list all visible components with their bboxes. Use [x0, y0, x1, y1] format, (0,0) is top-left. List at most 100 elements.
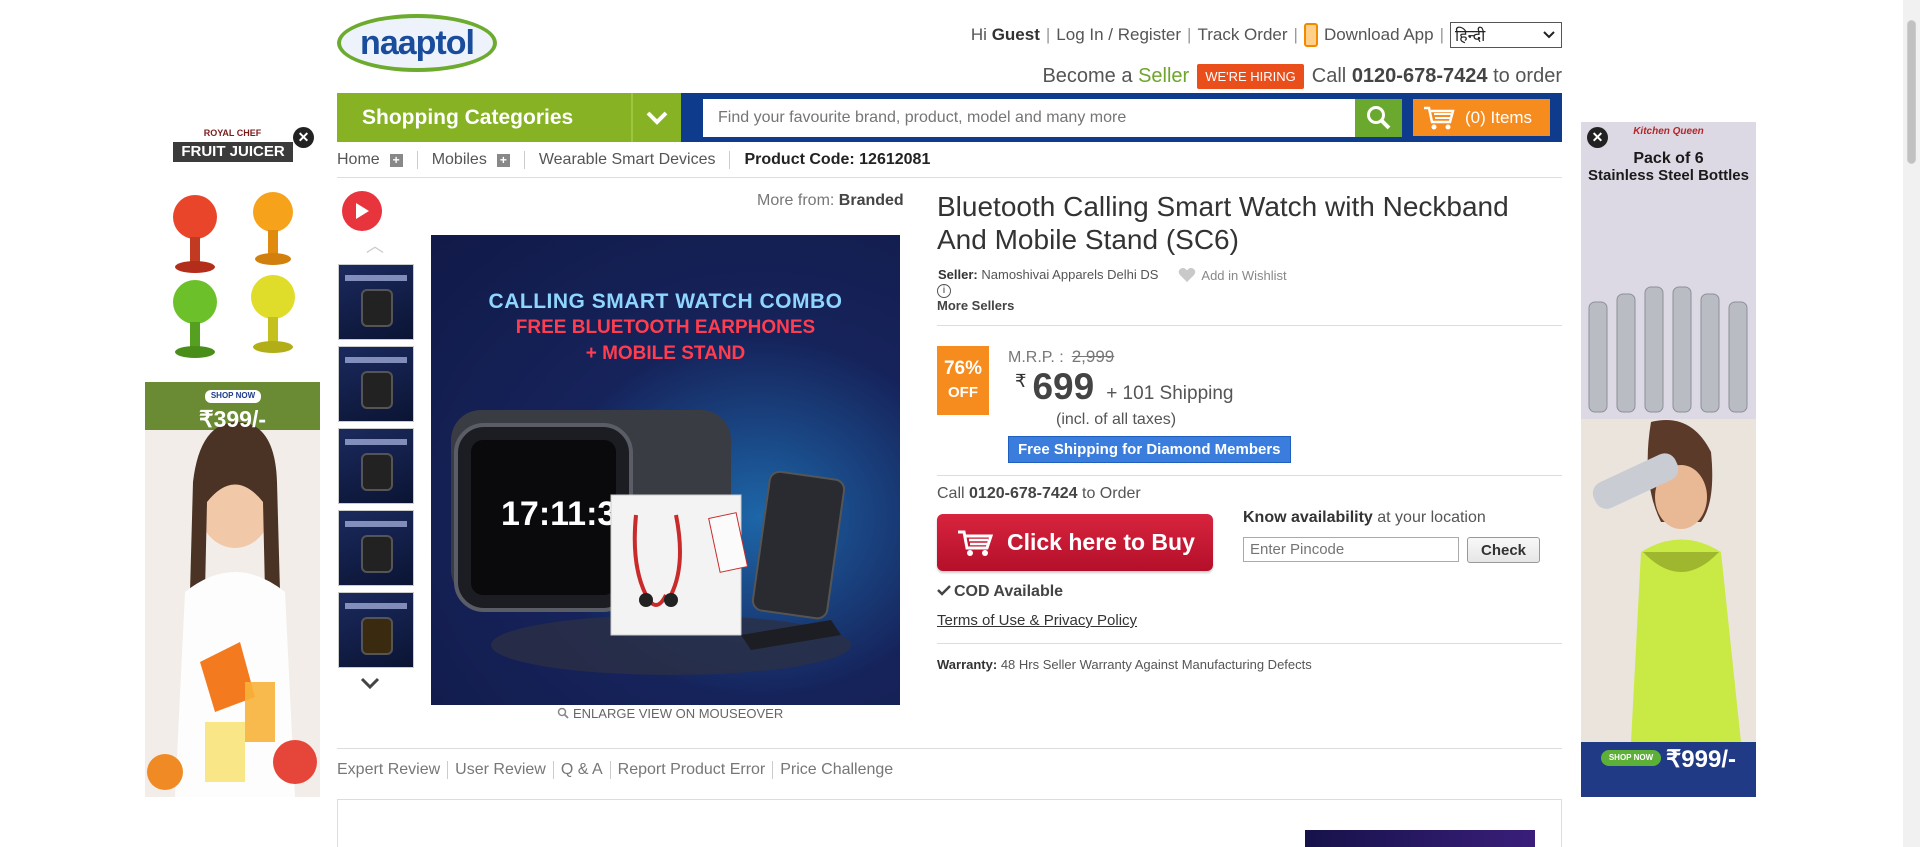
plus-icon[interactable]: +: [496, 153, 510, 167]
more-from-brand[interactable]: Branded: [839, 192, 904, 209]
download-app-link[interactable]: Download App: [1324, 25, 1434, 45]
seller-info: Seller: Namoshivai Apparels Delhi DS Add…: [938, 267, 1287, 283]
cart-count: (0) Items: [1465, 107, 1533, 127]
ad-banner-left[interactable]: ROYAL CHEF FRUIT JUICER SHOP NOW ₹399/-: [145, 122, 320, 797]
search-input[interactable]: [703, 99, 1355, 137]
chevron-up-icon[interactable]: ︿: [360, 232, 390, 256]
tab-report-error[interactable]: Report Product Error: [618, 761, 774, 779]
check-pincode-button[interactable]: Check: [1467, 537, 1540, 563]
magnifier-icon: [557, 707, 569, 719]
tab-user-review[interactable]: User Review: [455, 761, 554, 779]
divider: [337, 177, 1562, 178]
plus-icon[interactable]: +: [389, 153, 403, 167]
thumbnail-1[interactable]: [338, 264, 414, 340]
breadcrumb-home[interactable]: Home +: [337, 151, 418, 169]
product-main-image[interactable]: CALLING SMART WATCH COMBO FREE BLUETOOTH…: [431, 235, 900, 705]
tab-expert-review[interactable]: Expert Review: [337, 761, 449, 779]
ad-right-title-2: Stainless Steel Bottles: [1588, 167, 1749, 184]
language-select[interactable]: हिन्दी: [1450, 22, 1562, 48]
divider: [937, 475, 1562, 476]
cart-icon: [1424, 106, 1455, 129]
steel-bottles-ad-image: [1581, 122, 1756, 797]
availability-label: Know availability at your location: [1243, 509, 1486, 526]
become-seller-text: Become a Seller: [1042, 65, 1190, 87]
pincode-input[interactable]: [1243, 537, 1459, 562]
breadcrumb: Home + Mobiles + Wearable Smart Devices Pr…: [337, 151, 930, 169]
ad-left-price: ₹399/-: [198, 406, 267, 432]
cod-available: COD Available: [937, 583, 1063, 601]
divider: [937, 325, 1562, 326]
seller-name: Seller: Namoshivai Apparels Delhi DS: [938, 267, 1159, 282]
search-icon: [1366, 106, 1390, 130]
scrollbar-thumb[interactable]: [1907, 20, 1916, 164]
ad-right-cta: SHOP NOW: [1608, 753, 1654, 762]
tax-note: (incl. of all taxes): [1056, 411, 1177, 428]
close-icon[interactable]: ✕: [1587, 127, 1608, 148]
checkmark-icon: [937, 585, 951, 596]
discount-badge: 76% OFF: [937, 346, 989, 415]
diamond-shipping-badge[interactable]: Free Shipping for Diamond Members: [1008, 436, 1291, 463]
buy-button[interactable]: Click here to Buy: [937, 514, 1213, 571]
watch-combo-image: 17:11:32: [451, 410, 851, 675]
rupee-symbol: ₹: [1015, 371, 1027, 391]
divider: [937, 643, 1562, 644]
cart-button[interactable]: (0) Items: [1413, 99, 1550, 136]
chevron-down-icon[interactable]: [631, 93, 681, 142]
call-to-order: Call 0120-678-7424 to order: [1311, 65, 1562, 87]
tab-price-challenge[interactable]: Price Challenge: [780, 761, 900, 779]
ad-left-cta: SHOP NOW: [210, 391, 256, 400]
mobile-phone-icon: [1303, 23, 1318, 47]
thumbnail-3[interactable]: [338, 428, 414, 504]
play-video-button[interactable]: [342, 191, 382, 231]
mrp: M.R.P. :2,999: [1008, 347, 1115, 366]
info-icon[interactable]: i: [937, 284, 951, 298]
mrp-value: 2,999: [1071, 347, 1115, 366]
top-links: Hi Guest | Log In / Register | Track Ord…: [971, 22, 1562, 48]
naaptol-logo[interactable]: naaptol: [337, 14, 497, 72]
thumbnail-2[interactable]: [338, 346, 414, 422]
greeting-user: Guest: [991, 25, 1040, 44]
ad-banner-right[interactable]: Kitchen Queen Pack of 6 Stainless Steel …: [1581, 122, 1756, 797]
chevron-down-icon[interactable]: [360, 676, 390, 694]
thumbnail-4[interactable]: [338, 510, 414, 586]
divider: [337, 748, 1562, 749]
ad-left-title: FRUIT JUICER: [181, 143, 285, 160]
tab-qa[interactable]: Q & A: [561, 761, 611, 779]
more-sellers-link[interactable]: More Sellers: [937, 298, 1014, 313]
cart-icon: [958, 530, 993, 556]
page-scrollbar[interactable]: [1903, 0, 1920, 847]
heart-icon: [1179, 268, 1196, 282]
product-code: Product Code: 12612081: [744, 151, 931, 168]
thumbnail-5[interactable]: [338, 592, 414, 668]
more-from: More from: Branded: [757, 192, 904, 209]
breadcrumb-mobiles[interactable]: Mobiles +: [432, 151, 525, 169]
fruit-juicer-ad-image: [145, 122, 320, 797]
terms-link[interactable]: Terms of Use & Privacy Policy: [937, 612, 1137, 629]
logo-text: naaptol: [360, 23, 475, 62]
shopping-categories-button[interactable]: Shopping Categories: [337, 93, 681, 142]
categories-label: Shopping Categories: [362, 105, 574, 129]
warranty: Warranty: 48 Hrs Seller Warranty Against…: [937, 657, 1312, 672]
shipping-charge: + 101 Shipping: [1106, 383, 1234, 404]
breadcrumb-wearables[interactable]: Wearable Smart Devices: [539, 151, 731, 169]
become-seller-link[interactable]: Seller: [1138, 65, 1189, 87]
track-order-link[interactable]: Track Order: [1197, 25, 1287, 45]
login-link[interactable]: Log In / Register: [1056, 25, 1181, 45]
product-title: Bluetooth Calling Smart Watch with Neckb…: [937, 191, 1509, 255]
hiring-badge[interactable]: WE'RE HIRING: [1197, 64, 1304, 89]
play-icon: [356, 203, 369, 219]
buy-label: Click here to Buy: [1007, 529, 1195, 555]
product-tabs: Expert Review User Review Q & A Report P…: [337, 761, 907, 779]
seller-line: Become a Seller WE'RE HIRING Call 0120-6…: [1042, 64, 1562, 89]
greeting: Hi Guest: [970, 25, 1040, 44]
add-to-wishlist[interactable]: Add in Wishlist: [1178, 267, 1287, 283]
call-to-order-line: Call 0120-678-7424 to Order: [937, 485, 1141, 502]
enlarge-hint: ENLARGE VIEW ON MOUSEOVER: [557, 706, 783, 721]
price-value: 699: [1032, 366, 1095, 407]
close-icon[interactable]: ✕: [293, 127, 314, 148]
search-button[interactable]: [1355, 99, 1402, 137]
content-image: [1305, 830, 1535, 847]
offer-price: ₹ 699 + 101 Shipping: [1015, 366, 1234, 408]
chevron-down-icon: [1543, 31, 1555, 39]
ad-right-price: ₹999/-: [1666, 746, 1736, 773]
